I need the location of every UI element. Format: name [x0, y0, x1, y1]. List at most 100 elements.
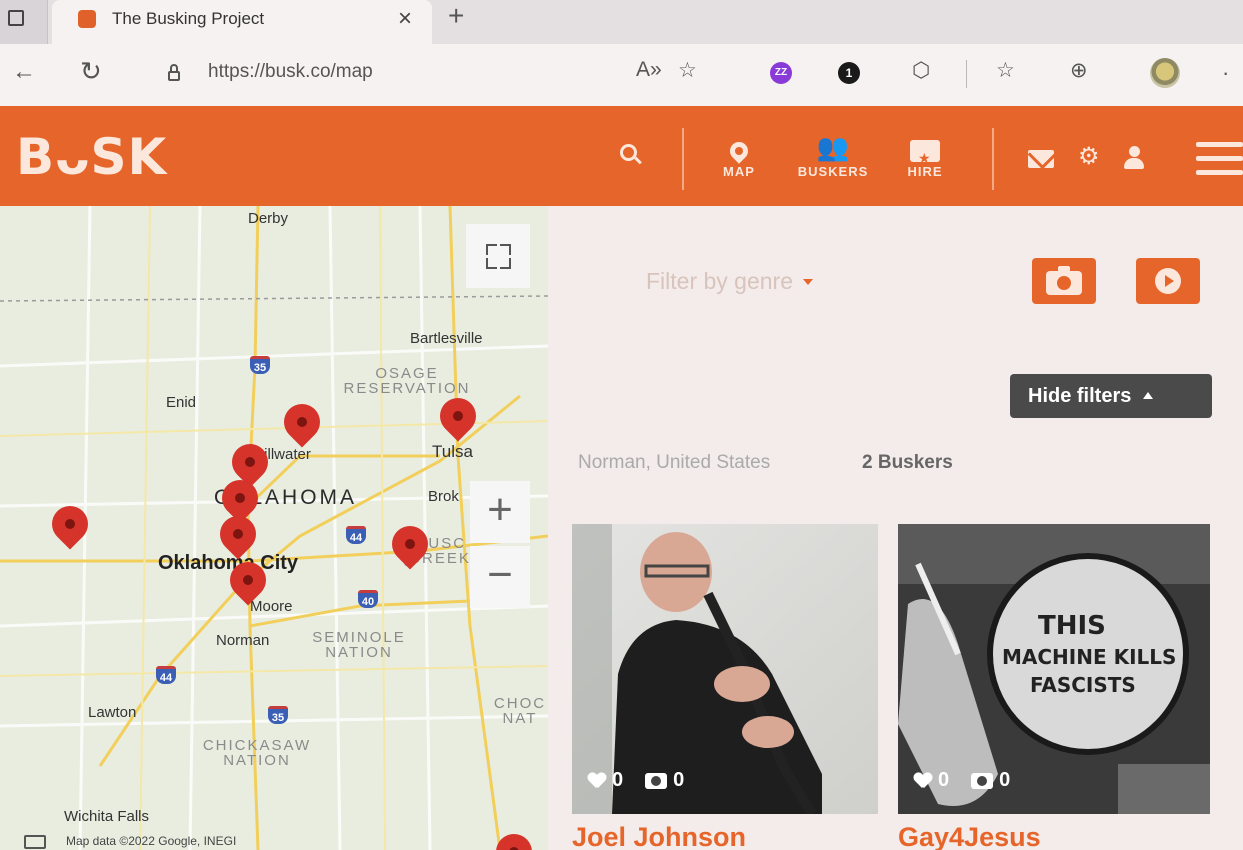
heart-icon [914, 773, 932, 789]
map-label-bartlesville: Bartlesville [410, 330, 483, 347]
camera-icon [971, 772, 994, 789]
busker-stats: 0 0 [588, 769, 684, 792]
map-marker-icon[interactable] [44, 498, 96, 556]
svg-text:MACHINE KILLS: MACHINE KILLS [1002, 645, 1176, 669]
interstate-shield-icon: 40 [358, 590, 378, 608]
user-icon[interactable] [1123, 146, 1145, 170]
mail-icon[interactable] [1028, 150, 1054, 168]
extension-zz-icon[interactable]: ZZ [770, 62, 792, 84]
interstate-shield-icon: 44 [156, 666, 176, 684]
map-label-seminole: SEMINOLE NATION [312, 629, 406, 661]
play-icon [1155, 268, 1181, 294]
address-bar: ← ↻ https://busk.co/map A» ☆ ZZ 1 ⬡ ☆ ⊕ … [0, 44, 1243, 106]
busk-logo[interactable]: BᴗSK [16, 128, 167, 186]
heart-icon [588, 773, 606, 789]
profile-avatar-icon[interactable] [1150, 58, 1180, 88]
menu-icon[interactable] [1196, 142, 1243, 176]
toolbar-divider [966, 60, 967, 88]
busker-name[interactable]: Gay4Jesus [898, 822, 1210, 850]
map-label-chickasaw: CHICKASAW NATION [202, 737, 312, 769]
video-filter-button[interactable] [1136, 258, 1200, 304]
zoom-out-button[interactable]: − [470, 546, 530, 608]
nav-buskers[interactable]: 👥 BUSKERS [788, 130, 878, 179]
hide-filters-button[interactable]: Hide filters [1010, 374, 1212, 418]
chevron-up-icon [1143, 392, 1154, 399]
genre-filter-placeholder: Filter by genre [646, 268, 794, 294]
results-panel: Filter by genre Hide filters Norman, Uni… [548, 206, 1243, 850]
buskers-group-icon: 👥 [816, 132, 850, 162]
hide-filters-label: Hide filters [1028, 385, 1132, 407]
busker-photo[interactable]: 0 0 [572, 524, 878, 814]
tab-actions-button[interactable] [0, 0, 48, 44]
zoom-in-button[interactable]: + [470, 481, 530, 543]
extension-1password-icon[interactable]: 1 [838, 62, 860, 84]
read-aloud-icon[interactable]: A» [636, 58, 662, 82]
interstate-shield-icon: 35 [250, 356, 270, 374]
nav-hire[interactable]: HIRE [880, 130, 970, 179]
site-header: BᴗSK MAP 👥 BUSKERS HIRE ⚙ [0, 106, 1243, 206]
browser-tab-bar: The Busking Project × + [0, 0, 1243, 44]
map-label-broken-arrow: Brok [428, 488, 459, 505]
map-marker-icon[interactable] [384, 518, 436, 576]
likes-count: 0 [612, 769, 624, 791]
location-label: Norman, United States [578, 452, 771, 473]
chevron-down-icon [803, 279, 814, 285]
nav-buskers-label: BUSKERS [797, 164, 869, 179]
interstate-shield-icon: 35 [268, 706, 288, 724]
busker-count: 2 Buskers [862, 452, 953, 473]
nav-map-label: MAP [723, 164, 755, 179]
url-field[interactable]: https://busk.co/map [208, 61, 373, 83]
busker-stats: 0 0 [914, 769, 1010, 792]
more-menu-icon[interactable]: · [1222, 60, 1229, 86]
nav-map[interactable]: MAP [694, 130, 784, 179]
gear-icon[interactable]: ⚙ [1078, 142, 1100, 171]
fullscreen-button[interactable] [466, 224, 530, 288]
back-arrow-icon[interactable]: ← [12, 58, 36, 86]
map-label-enid: Enid [166, 394, 197, 411]
new-tab-button[interactable]: + [448, 0, 464, 32]
active-tab[interactable]: The Busking Project × [52, 0, 432, 44]
map-marker-icon[interactable] [432, 390, 484, 448]
ticket-icon [910, 140, 940, 175]
map-marker-icon[interactable] [212, 508, 264, 566]
map-label-derby: Derby [248, 210, 289, 227]
header-divider [682, 128, 684, 190]
map-panel[interactable]: Derby Bartlesville OSAGE RESERVATION Eni… [0, 206, 548, 850]
map-label-osage: OSAGE RESERVATION [343, 365, 471, 397]
busker-photo[interactable]: THIS MACHINE KILLS FASCISTS 0 0 [898, 524, 1210, 814]
svg-text:FASCISTS: FASCISTS [1030, 673, 1136, 697]
photo-filter-button[interactable] [1032, 258, 1096, 304]
busker-card[interactable]: THIS MACHINE KILLS FASCISTS 0 0 Gay4Jesu… [898, 524, 1210, 850]
map-label-wichita-falls: Wichita Falls [64, 808, 150, 825]
collections-icon[interactable]: ⊕ [1070, 58, 1088, 83]
camera-icon [1046, 266, 1082, 295]
header-divider [992, 128, 994, 190]
map-label-norman: Norman [216, 632, 270, 649]
map-label-lawton: Lawton [88, 704, 137, 721]
keyboard-shortcuts-icon[interactable] [24, 835, 46, 849]
photos-count: 0 [999, 769, 1011, 791]
extensions-puzzle-icon[interactable]: ⬡ [912, 58, 930, 83]
map-marker-icon[interactable] [488, 826, 540, 850]
reload-icon[interactable]: ↻ [80, 56, 102, 87]
tab-actions-icon [8, 10, 24, 26]
busker-card[interactable]: 0 0 Joel Johnson [572, 524, 878, 850]
map-marker-icon[interactable] [222, 554, 274, 612]
interstate-shield-icon: 44 [346, 526, 366, 544]
svg-text:THIS: THIS [1038, 611, 1106, 641]
map-marker-icon[interactable] [276, 396, 328, 454]
busker-name[interactable]: Joel Johnson [572, 822, 878, 850]
lock-icon[interactable] [166, 64, 182, 82]
favicon-icon [78, 10, 96, 28]
map-label-choctaw: CHOC NAT [493, 695, 547, 727]
map-attribution[interactable]: Map data ©2022 Google, INEGI [66, 834, 236, 848]
tab-close-icon[interactable]: × [398, 5, 412, 33]
map-pin-icon [726, 138, 752, 164]
camera-icon [645, 772, 668, 789]
tab-title: The Busking Project [112, 9, 265, 28]
genre-filter-dropdown[interactable]: Filter by genre [646, 268, 814, 295]
photos-count: 0 [673, 769, 685, 791]
favorites-icon[interactable]: ☆ [996, 58, 1015, 83]
search-icon[interactable] [620, 144, 642, 166]
add-favorite-icon[interactable]: ☆ [678, 58, 697, 83]
